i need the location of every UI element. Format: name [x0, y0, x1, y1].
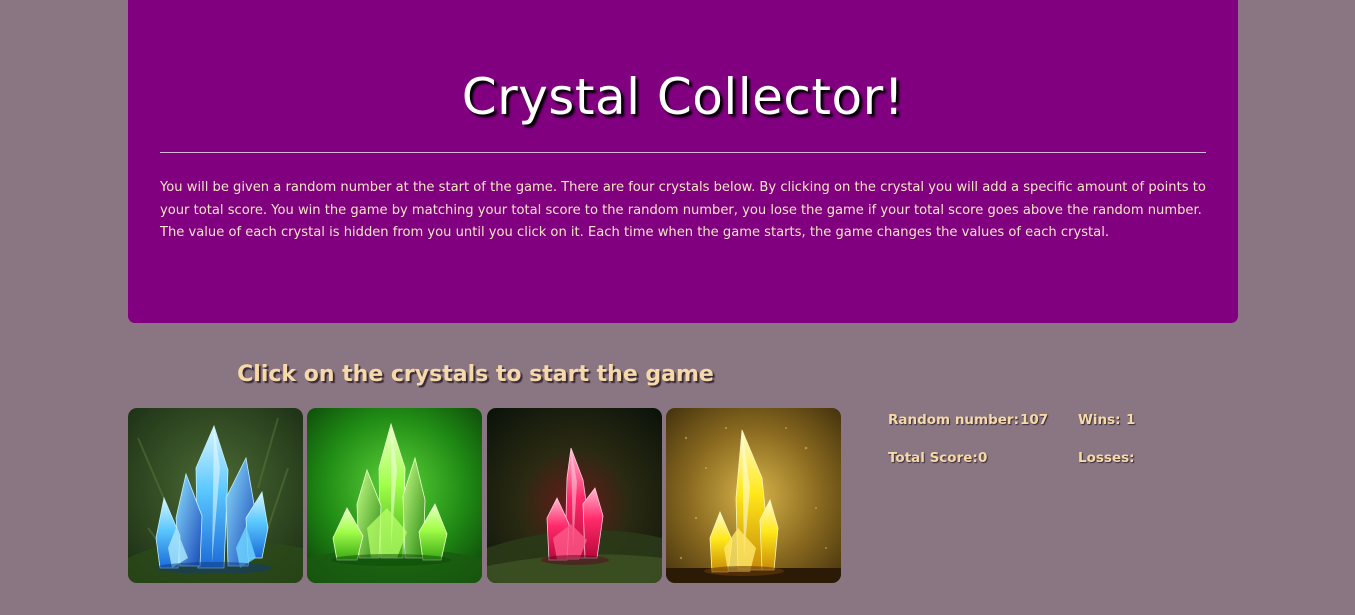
header-panel: Crystal Collector! You will be given a r… — [128, 0, 1238, 323]
green-crystal-image — [307, 408, 482, 583]
red-crystal-image — [487, 408, 662, 583]
random-number-label: Random number: — [888, 412, 1019, 428]
start-prompt: Click on the crystals to start the game — [237, 362, 714, 387]
wins-label: Wins: — [1078, 412, 1121, 428]
random-number-value: 107 — [1020, 412, 1049, 428]
total-score-value: 0 — [978, 450, 988, 466]
yellow-crystal-button[interactable] — [666, 408, 841, 583]
losses-label: Losses: — [1078, 450, 1135, 466]
game-title: Crystal Collector! — [461, 68, 905, 126]
header-divider — [160, 152, 1206, 153]
wins-value: 1 — [1126, 412, 1136, 428]
green-crystal-button[interactable] — [307, 408, 482, 583]
total-score-label: Total Score: — [888, 450, 978, 466]
yellow-crystal-image — [666, 408, 841, 583]
red-crystal-button[interactable] — [487, 408, 662, 583]
blue-crystal-image — [128, 408, 303, 583]
game-instructions: You will be given a random number at the… — [160, 180, 1206, 240]
blue-crystal-button[interactable] — [128, 408, 303, 583]
